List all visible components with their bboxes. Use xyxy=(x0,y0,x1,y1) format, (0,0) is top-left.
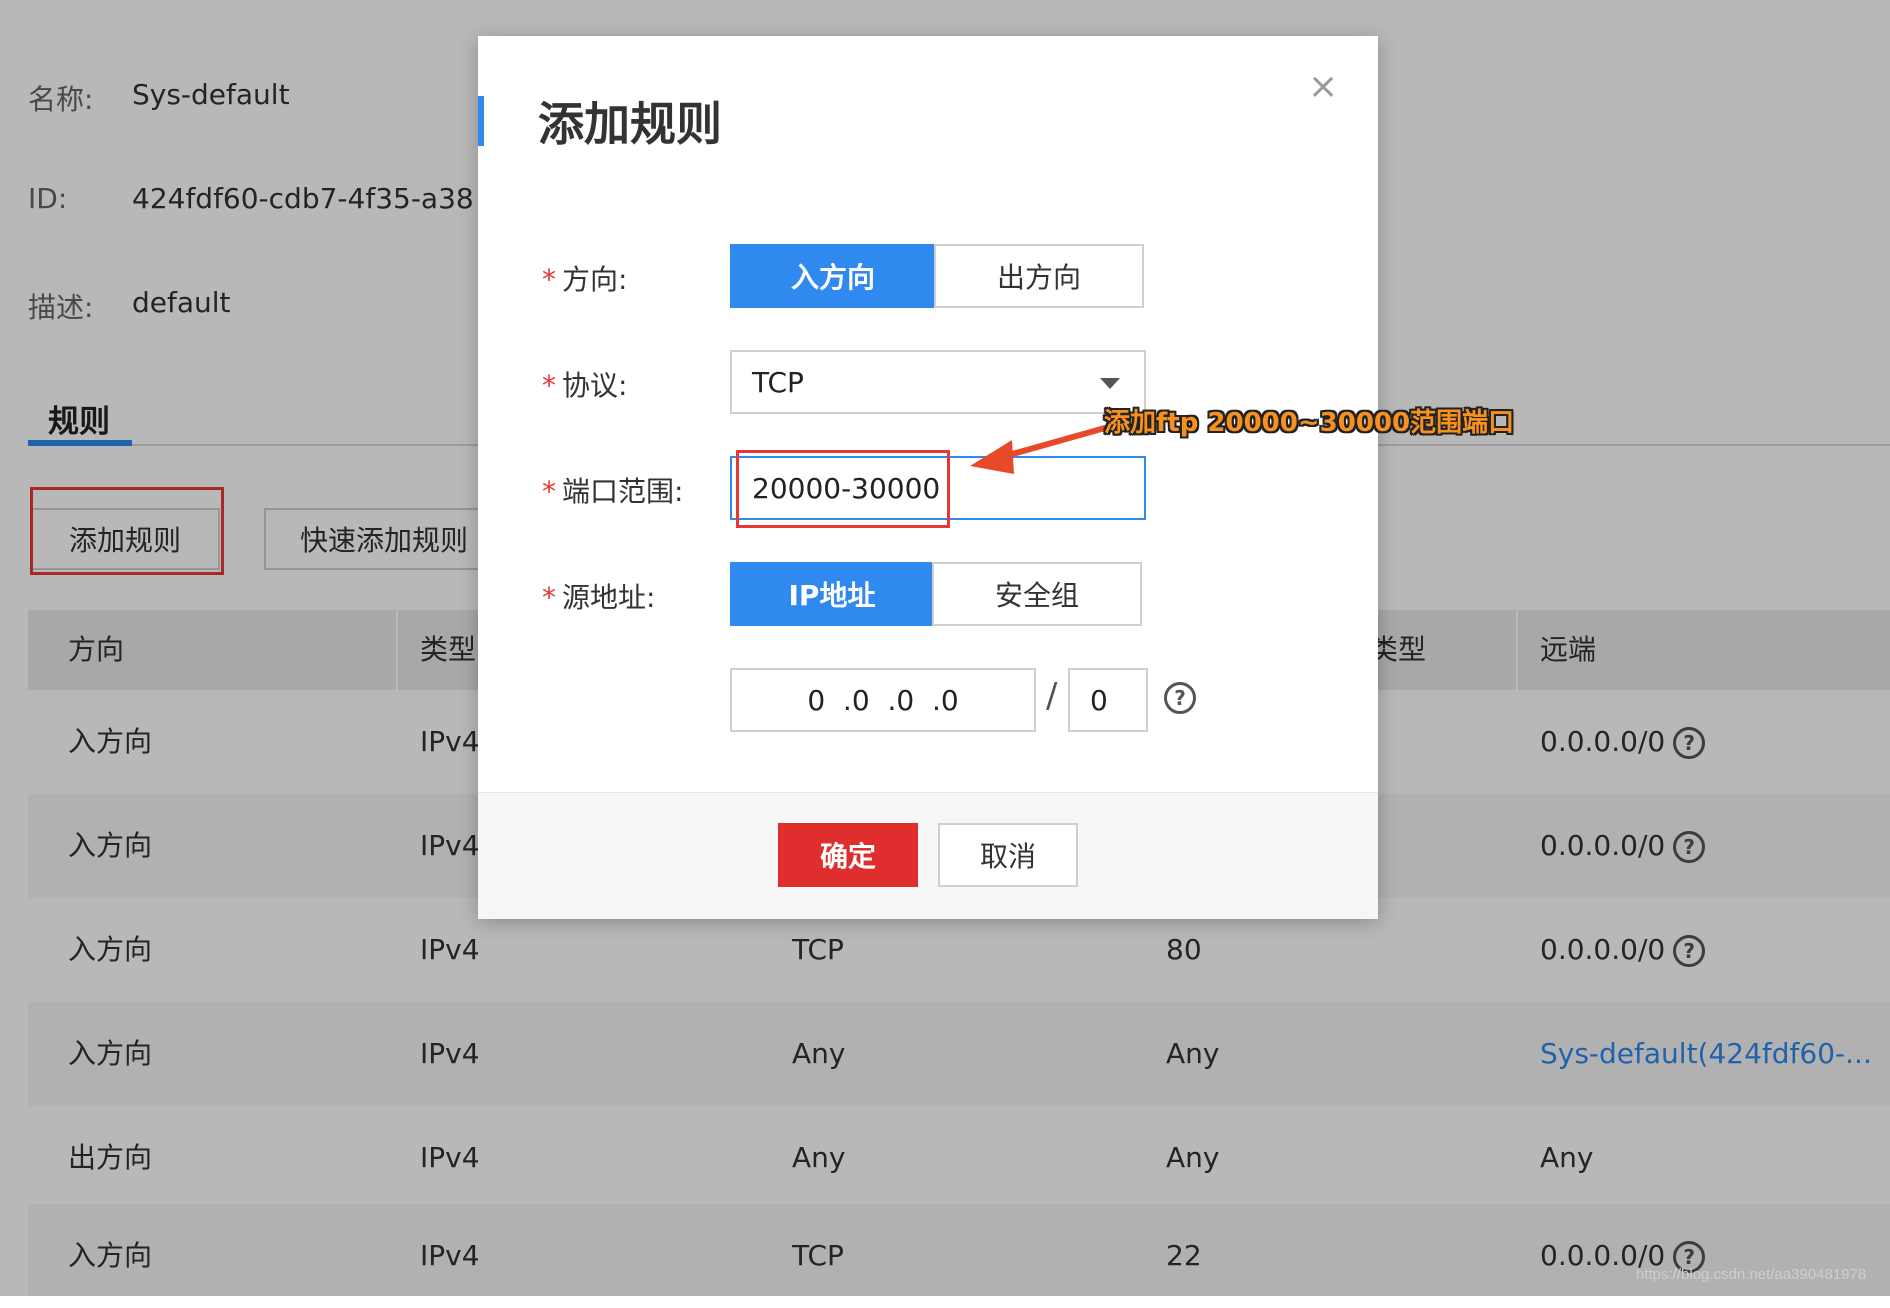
protocol-label: * 协议: xyxy=(542,369,628,402)
source-label: * 源地址: xyxy=(542,581,656,614)
watermark: https://blog.csdn.net/aa390481978 xyxy=(1636,1266,1867,1283)
ip-mask-input[interactable]: 0 xyxy=(1068,668,1148,732)
direction-label: * 方向: xyxy=(542,263,628,296)
protocol-select[interactable]: TCP xyxy=(730,350,1146,414)
arrow-shaft xyxy=(995,423,1115,461)
cancel-button[interactable]: 取消 xyxy=(938,823,1078,887)
direction-option-inbound[interactable]: 入方向 xyxy=(730,244,936,308)
close-icon[interactable]: × xyxy=(1308,66,1338,107)
source-option-ip[interactable]: IP地址 xyxy=(730,562,934,626)
ip-address-value: 0 .0 .0 .0 xyxy=(807,683,959,717)
port-range-label: * 端口范围: xyxy=(542,475,684,508)
ip-mask-separator: / xyxy=(1046,676,1058,716)
source-option-security-group[interactable]: 安全组 xyxy=(932,562,1142,626)
ip-address-input[interactable]: 0 .0 .0 .0 xyxy=(730,668,1036,732)
port-range-label-text: 端口范围: xyxy=(562,475,684,508)
confirm-button[interactable]: 确定 xyxy=(778,823,918,887)
chevron-down-icon[interactable] xyxy=(1100,378,1120,389)
title-accent-bar xyxy=(478,96,484,146)
annotation-label: 添加ftp 20000~30000范围端口 xyxy=(1104,408,1515,438)
source-label-text: 源地址: xyxy=(562,581,656,614)
direction-label-text: 方向: xyxy=(562,263,628,296)
direction-option-outbound[interactable]: 出方向 xyxy=(934,244,1144,308)
protocol-label-text: 协议: xyxy=(562,369,628,402)
protocol-selected-value: TCP xyxy=(752,365,804,399)
highlight-box-port-range xyxy=(736,450,950,528)
annotation-arrow-icon xyxy=(970,423,1115,474)
add-rule-dialog: 添加规则 × * 方向: 入方向 出方向 * 协议: TCP * 端口范围: 2000… xyxy=(478,36,1378,919)
ip-mask-value: 0 xyxy=(1090,683,1108,717)
dialog-footer: 确定 取消 xyxy=(478,792,1378,919)
help-icon[interactable]: ? xyxy=(1164,682,1196,714)
dialog-title: 添加规则 xyxy=(538,97,722,151)
arrow-head xyxy=(970,440,1014,474)
